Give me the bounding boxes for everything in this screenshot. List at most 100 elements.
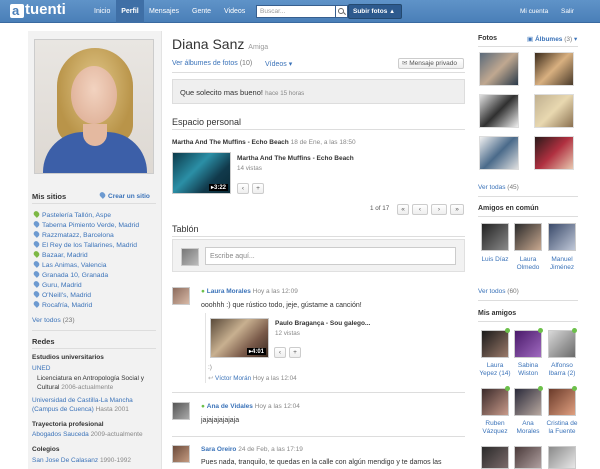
post-text: ooohhh :) que rústico todo, jeje, gústam…: [201, 302, 362, 309]
site-item[interactable]: Las Animas, Valencia: [32, 260, 106, 269]
friend-avatar[interactable]: [548, 446, 576, 469]
albums-link[interactable]: Ver álbumes de fotos (10): [172, 60, 252, 67]
site-item[interactable]: Taberna Pimiento Verde, Madrid: [32, 220, 139, 229]
chevron-down-icon: ▾: [574, 36, 578, 43]
previous-video-button[interactable]: ‹: [274, 347, 286, 358]
search-button[interactable]: [336, 5, 348, 18]
uni-link[interactable]: Universidad de Castilla-La Mancha: [32, 397, 133, 404]
albums-dropdown[interactable]: ▣ Álbumes (3) ▾: [527, 35, 577, 43]
private-message-button[interactable]: ✉ Mensaje privado: [398, 58, 464, 69]
uni-detail: (Campus de Cuenca) Hasta 2001: [32, 406, 129, 413]
video-title[interactable]: Martha And The Muffins - Echo Beach: [237, 155, 354, 162]
last-page-button[interactable]: »: [450, 204, 464, 215]
map-pin-icon: [32, 300, 41, 308]
friend-avatar[interactable]: [481, 223, 509, 251]
photo-thumbnail[interactable]: [534, 136, 574, 170]
friend-avatar[interactable]: [514, 388, 542, 416]
nav-salir[interactable]: Salir: [561, 0, 579, 23]
videos-dropdown[interactable]: Vídeos ▾: [265, 60, 292, 68]
reply-icon: ↩: [208, 375, 214, 382]
map-pin-icon: [32, 280, 41, 288]
video-duration: ▸3:22: [208, 184, 228, 191]
site-item[interactable]: Bazaar, Madrid: [32, 250, 88, 259]
school-item[interactable]: San Jose De Calasanz 1990-1992: [32, 457, 131, 464]
nav-perfil[interactable]: Perfil: [116, 0, 144, 23]
nav-mensajes[interactable]: Mensajes: [149, 0, 183, 23]
friend-avatar[interactable]: [514, 330, 542, 358]
wall-composer: Escribe aquí...: [172, 239, 465, 272]
career-item[interactable]: Abogados Sauceda 2009-actualmente: [32, 431, 143, 438]
video-thumbnail[interactable]: ▸4:01: [210, 318, 269, 358]
friend-avatar[interactable]: [548, 223, 576, 251]
map-pin-icon: [32, 270, 41, 278]
first-page-button[interactable]: «: [397, 204, 409, 215]
site-item[interactable]: Razzmatazz, Barcelona: [32, 230, 114, 239]
friend-avatar[interactable]: [514, 223, 542, 251]
see-all-sites-link[interactable]: Ver todos (23): [32, 317, 75, 324]
site-item[interactable]: Granada 10, Granada: [32, 270, 108, 279]
see-all-common-friends-link[interactable]: Ver todos (60): [478, 288, 519, 295]
avatar: [181, 248, 199, 266]
top-bar: a tuenti Inicio Perfil Mensajes Gente Vi…: [0, 0, 600, 23]
map-pin-icon: [98, 191, 107, 199]
online-indicator: [572, 328, 577, 333]
photos-title: Fotos: [478, 35, 498, 42]
video-thumbnail[interactable]: ▸3:22: [172, 152, 231, 194]
prev-page-button[interactable]: ‹: [412, 204, 428, 215]
online-indicator: [572, 386, 577, 391]
friend-avatar[interactable]: [481, 446, 509, 469]
my-sites-title: Mis sitios: [32, 192, 67, 201]
left-sidebar: Mis sitios Crear un sitio Pastelería Tal…: [28, 31, 162, 469]
photo-thumbnail[interactable]: [479, 94, 519, 128]
tuenti-logo[interactable]: a tuenti: [10, 1, 86, 19]
post-header: Sara Oreiro 24 de Feb, a las 17:19: [201, 446, 303, 453]
personal-space-title: Espacio personal: [172, 117, 242, 127]
map-pin-icon: [32, 220, 41, 228]
video-views: 12 vistas: [275, 330, 300, 337]
uni-link[interactable]: UNED: [32, 365, 50, 372]
online-indicator: [505, 328, 510, 333]
see-all-photos-link[interactable]: Ver todas (45): [478, 184, 519, 191]
nav-inicio[interactable]: Inicio: [94, 0, 114, 23]
wall-input[interactable]: Escribe aquí...: [205, 247, 456, 265]
add-video-button[interactable]: +: [252, 183, 264, 194]
video-views: 14 vistas: [237, 165, 262, 172]
friend-avatar[interactable]: [548, 330, 576, 358]
site-item[interactable]: O'Neill's, Madrid: [32, 290, 91, 299]
search-input[interactable]: Buscar...: [256, 5, 336, 18]
friend-avatar[interactable]: [548, 388, 576, 416]
previous-video-button[interactable]: ‹: [237, 183, 249, 194]
site-item[interactable]: Rocafría, Madrid: [32, 300, 92, 309]
nav-mi-cuenta[interactable]: Mi cuenta: [520, 0, 550, 23]
friend-name[interactable]: Manuel Jiménez: [542, 256, 582, 271]
site-item[interactable]: El Rey de los Tallarines, Madrid: [32, 240, 137, 249]
site-item[interactable]: Guru, Madrid: [32, 280, 82, 289]
friend-avatar[interactable]: [481, 330, 509, 358]
create-site-link[interactable]: Crear un sitio: [98, 191, 150, 200]
upload-photos-button[interactable]: Subir fotos ▲: [348, 4, 402, 19]
profile-photo[interactable]: [34, 39, 154, 174]
nav-videos[interactable]: Videos: [224, 0, 248, 23]
site-item[interactable]: Pastelería Tallón, Aspe: [32, 210, 111, 219]
next-page-button[interactable]: ›: [431, 204, 447, 215]
photo-thumbnail[interactable]: [479, 52, 519, 86]
friend-name[interactable]: Cristina de la Fuente: [542, 420, 582, 435]
post-header: ● Ana de Vidales Hoy a las 12:04: [201, 403, 300, 410]
chevron-down-icon: ▾: [288, 61, 293, 68]
map-pin-icon: [32, 290, 41, 298]
photo-thumbnail[interactable]: [479, 136, 519, 170]
friend-name[interactable]: Alfonso Ibarra (2): [542, 362, 582, 377]
my-friends-title: Mis amigos: [478, 310, 517, 317]
avatar[interactable]: [172, 287, 190, 305]
avatar[interactable]: [172, 445, 190, 463]
profile-name: Diana Sanz Amiga: [172, 36, 269, 52]
add-video-button[interactable]: +: [289, 347, 301, 358]
wall-title: Tablón: [172, 224, 199, 234]
friend-avatar[interactable]: [514, 446, 542, 469]
photo-thumbnail[interactable]: [534, 52, 574, 86]
photo-thumbnail[interactable]: [534, 94, 574, 128]
video-title[interactable]: Paulo Bragança - Sou galego...: [275, 320, 370, 327]
nav-gente[interactable]: Gente: [192, 0, 214, 23]
friend-avatar[interactable]: [481, 388, 509, 416]
avatar[interactable]: [172, 402, 190, 420]
